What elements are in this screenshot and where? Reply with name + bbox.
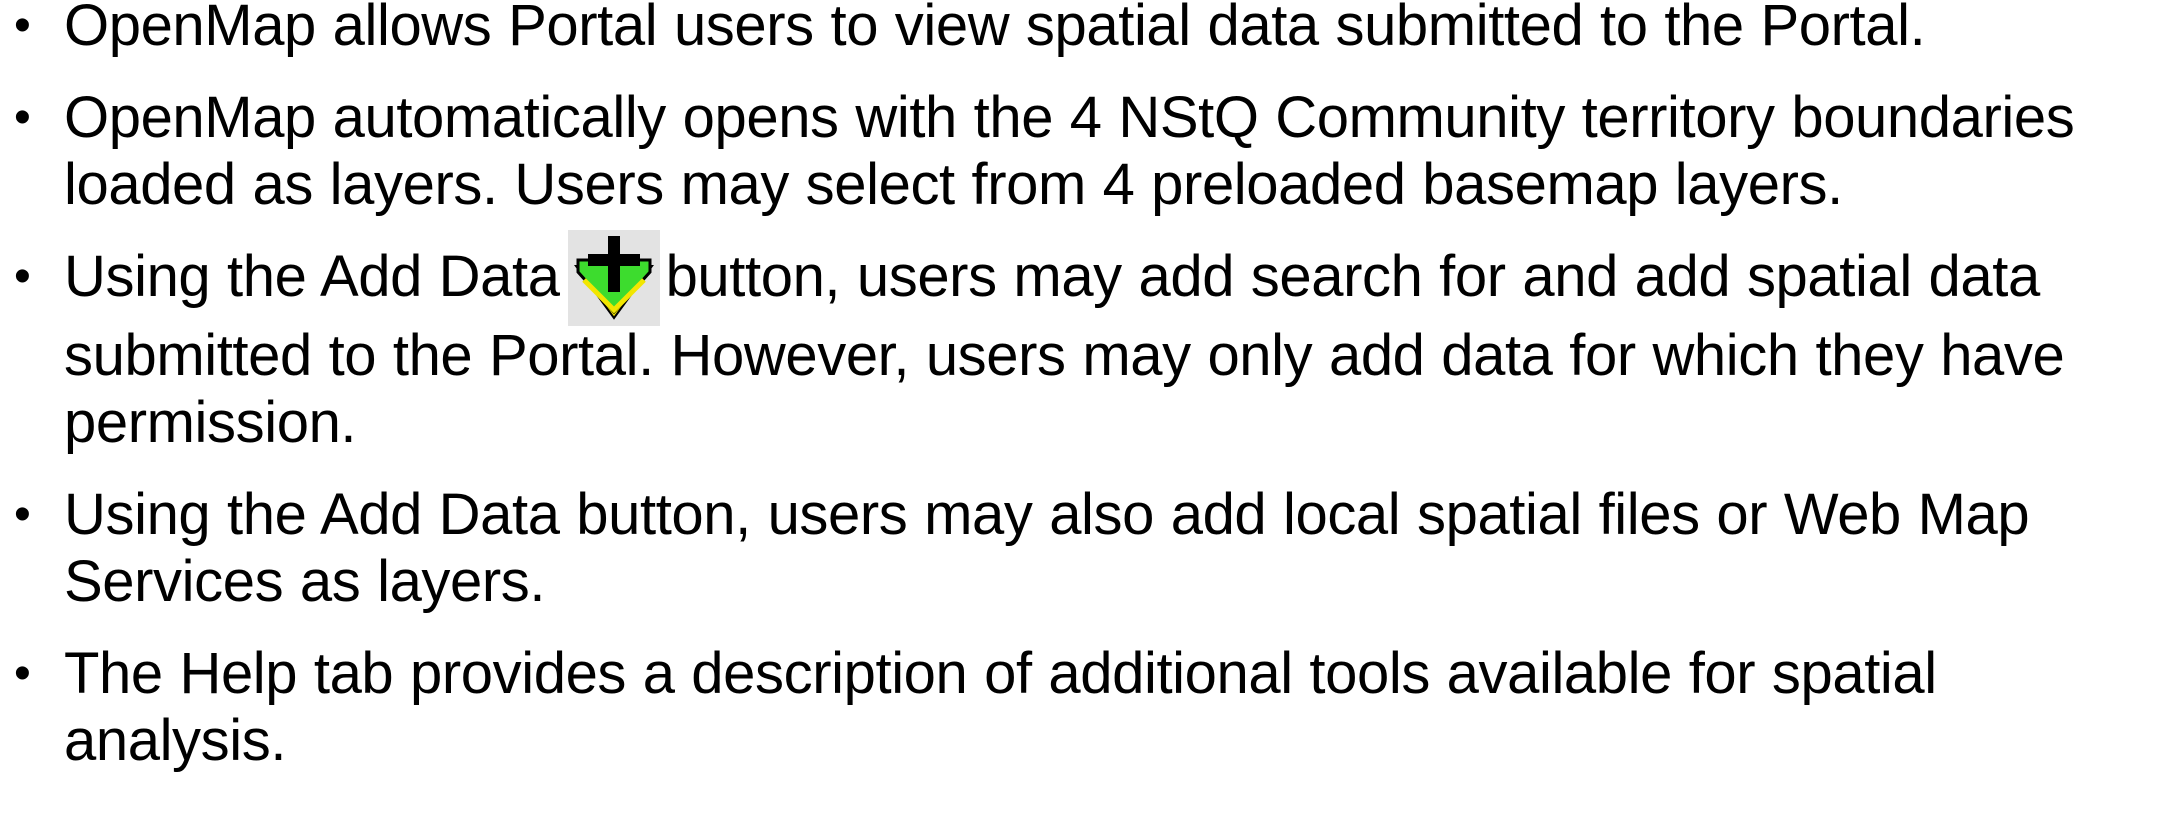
slide: OpenMap allows Portal users to view spat… <box>0 0 2168 838</box>
bullet-item-1: OpenMap allows Portal users to view spat… <box>0 0 2168 59</box>
bullet-item-2: OpenMap automatically opens with the 4 N… <box>0 84 2168 218</box>
bullet-text: OpenMap automatically opens with the 4 N… <box>64 85 2075 217</box>
bullet-text: OpenMap allows Portal users to view spat… <box>64 0 1926 58</box>
bullet-list: OpenMap allows Portal users to view spat… <box>0 0 2168 799</box>
bullet-text-before-icon: Using the Add Data <box>64 244 560 309</box>
bullet-text: Using the Add Data button, users may als… <box>64 482 2030 614</box>
add-data-icon <box>567 230 660 326</box>
bullet-text: The Help tab provides a description of a… <box>64 641 1937 773</box>
bullet-item-3: Using the Add Data button, users may add… <box>0 230 2168 456</box>
bullet-item-5: The Help tab provides a description of a… <box>0 640 2168 774</box>
bullet-item-4: Using the Add Data button, users may als… <box>0 481 2168 615</box>
